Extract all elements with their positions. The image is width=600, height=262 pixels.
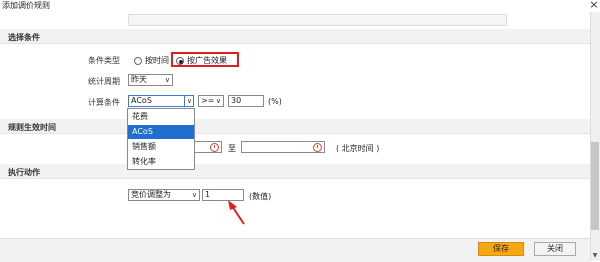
action-type-value: 竞价调整为 [131,190,171,199]
save-button[interactable]: 保存 [478,242,524,256]
top-field [128,14,507,26]
section-actions: 执行动作 [0,164,590,179]
radio-by-ad-effect-label: 按广告效果 [187,56,227,65]
radio-by-ad-effect[interactable] [176,57,184,65]
metric-dropdown-list: 花费 ACoS 销售额 转化率 [127,108,195,170]
dropdown-option[interactable]: 转化率 [128,155,194,169]
red-arrow-annotation [228,200,245,225]
stat-period-select[interactable]: 昨天 ∨ [128,74,173,86]
chevron-down-icon: ∨ [215,97,221,105]
metric-select[interactable]: ACoS ∨ [128,95,194,107]
chevron-down-icon: ∨ [164,76,170,84]
calc-condition-label: 计算条件 [88,98,120,107]
metric-select-value: ACoS [131,96,152,105]
dropdown-option[interactable]: 花费 [128,110,194,124]
section-effective-time: 规则生效时间 [0,119,590,134]
section-title-conditions: 选择条件 [8,33,40,42]
condition-type-label: 条件类型 [88,56,120,65]
scroll-down-icon[interactable]: ▼ [590,251,600,261]
radio-by-time-label: 按时间 [145,56,169,65]
calendar-icon[interactable] [210,143,219,152]
chevron-down-icon: ∨ [183,96,192,106]
section-title-actions: 执行动作 [8,168,40,177]
dialog-title-bar [0,0,600,12]
scrollbar-thumb[interactable] [591,142,599,230]
close-icon[interactable]: × [588,0,600,11]
operator-select[interactable]: >= ∨ [198,95,224,107]
dropdown-option[interactable]: 销售额 [128,140,194,154]
section-title-effective-time: 规则生效时间 [8,123,56,132]
bid-value-unit: (数值) [249,192,272,201]
threshold-input[interactable]: 30 [228,95,264,107]
calendar-icon[interactable] [313,143,322,152]
stat-period-label: 统计周期 [88,77,120,86]
unit-percent: (%) [268,97,282,106]
section-conditions: 选择条件 [0,29,590,44]
stat-period-value: 昨天 [131,75,147,84]
action-type-select[interactable]: 竞价调整为 ∨ [128,189,200,201]
operator-value: >= [201,96,215,105]
dropdown-option-selected[interactable]: ACoS [128,125,194,139]
radio-by-time[interactable] [134,57,142,65]
close-button[interactable]: 关闭 [534,242,576,256]
date-range-to: 至 [228,144,236,153]
dialog-title: 添加调价规则 [2,1,50,10]
timezone-note: ( 北京时间 ) [336,144,380,153]
chevron-down-icon: ∨ [191,191,197,199]
